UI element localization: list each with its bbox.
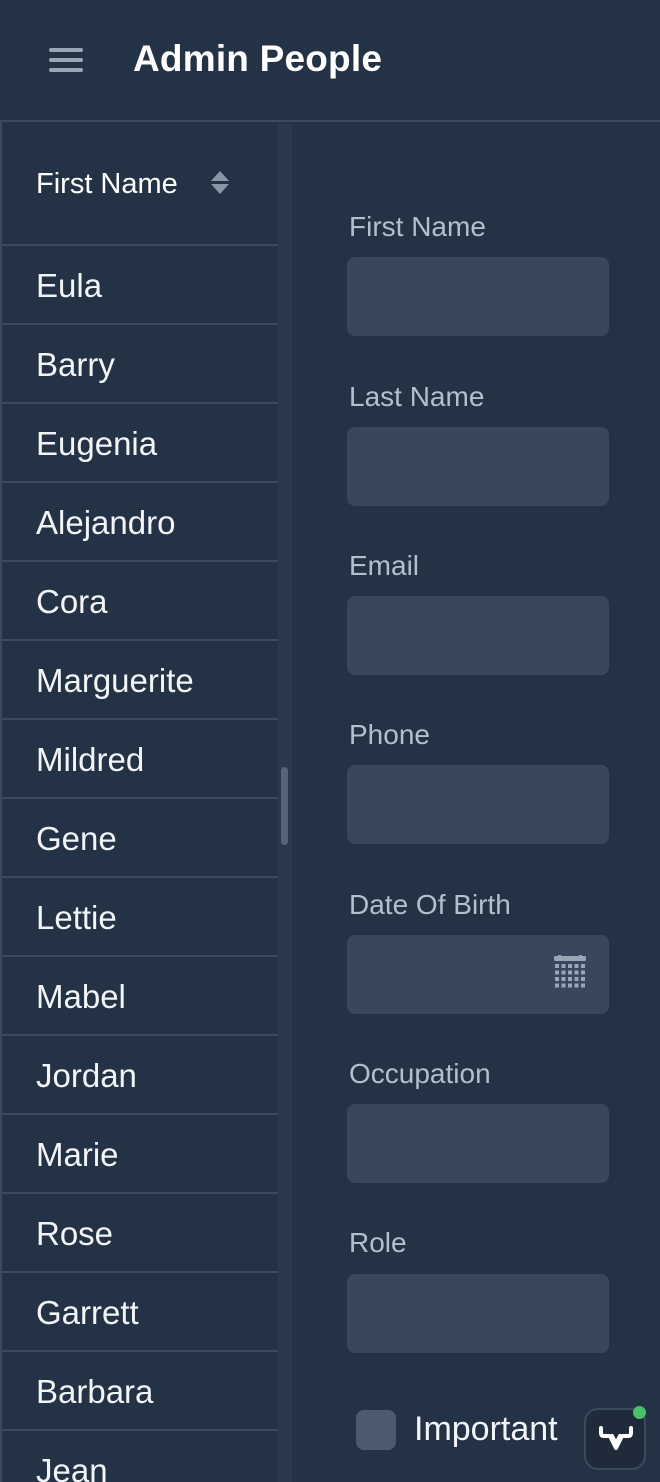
table-row[interactable]: Eugenia — [2, 404, 278, 483]
grid-body: Eula Barry Eugenia Alejandro Cora Marguerite M… — [2, 246, 278, 1482]
person-editor-form: First Name Last Name Email Phone Date Of… — [292, 123, 660, 1482]
date-of-birth-label: Date Of Birth — [349, 889, 511, 920]
status-dot — [633, 1406, 646, 1419]
table-row[interactable]: Mabel — [2, 957, 278, 1036]
first-name-cell: Jean — [36, 1452, 108, 1482]
first-name-cell: Eugenia — [36, 425, 158, 462]
first-name-cell: Eula — [36, 267, 103, 304]
first-name-cell: Garrett — [36, 1294, 139, 1331]
last-name-label: Last Name — [349, 381, 485, 412]
drawer-toggle-button[interactable] — [40, 37, 92, 83]
role-field[interactable] — [347, 1274, 609, 1353]
people-grid[interactable]: First Name Eula Barry Eugenia Alejandro Cora… — [2, 123, 278, 1482]
first-name-cell: Barbara — [36, 1373, 154, 1410]
role-label: Role — [349, 1227, 407, 1258]
table-row[interactable]: Jean — [2, 1431, 278, 1482]
first-name-cell: Gene — [36, 820, 117, 857]
table-row[interactable]: Barbara — [2, 1352, 278, 1431]
sort-icon[interactable] — [208, 169, 232, 199]
first-name-label: First Name — [349, 211, 486, 242]
table-row[interactable]: Alejandro — [2, 483, 278, 562]
first-name-cell: Mildred — [36, 741, 145, 778]
table-row[interactable]: Cora — [2, 562, 278, 641]
email-field[interactable] — [347, 596, 609, 675]
first-name-cell: Marie — [36, 1136, 119, 1173]
table-row[interactable]: Marie — [2, 1115, 278, 1194]
table-row[interactable]: Lettie — [2, 878, 278, 957]
grid-header-first-name: First Name — [2, 123, 278, 246]
table-row[interactable]: Gene — [2, 799, 278, 878]
menu-icon — [49, 48, 83, 72]
first-name-field[interactable] — [347, 257, 609, 336]
page-title: Admin People — [133, 38, 383, 79]
first-name-cell: Alejandro — [36, 504, 176, 541]
occupation-label: Occupation — [349, 1058, 491, 1089]
vaadin-logo-icon — [599, 1426, 633, 1450]
occupation-field[interactable] — [347, 1104, 609, 1183]
first-name-cell: Mabel — [36, 978, 126, 1015]
column-header-label: First Name — [36, 168, 178, 200]
first-name-cell: Lettie — [36, 899, 117, 936]
first-name-cell: Marguerite — [36, 662, 194, 699]
table-row[interactable]: Barry — [2, 325, 278, 404]
first-name-cell: Rose — [36, 1215, 114, 1252]
first-name-cell: Barry — [36, 346, 115, 383]
dev-tools-button[interactable] — [584, 1406, 646, 1470]
email-label: Email — [349, 550, 420, 581]
table-row[interactable]: Garrett — [2, 1273, 278, 1352]
phone-label: Phone — [349, 719, 430, 750]
table-row[interactable]: Marguerite — [2, 641, 278, 720]
split-layout-splitter[interactable] — [278, 123, 292, 1482]
table-row[interactable]: Jordan — [2, 1036, 278, 1115]
important-checkbox[interactable] — [356, 1410, 396, 1450]
table-row[interactable]: Rose — [2, 1194, 278, 1273]
first-name-cell: Cora — [36, 583, 108, 620]
table-row[interactable]: Eula — [2, 246, 278, 325]
table-row[interactable]: Mildred — [2, 720, 278, 799]
phone-field[interactable] — [347, 765, 609, 844]
splitter-handle[interactable] — [281, 767, 288, 845]
important-checkbox-label[interactable]: Important — [414, 1410, 558, 1449]
app-header: Admin People — [0, 0, 660, 122]
first-name-cell: Jordan — [36, 1057, 137, 1094]
calendar-icon[interactable] — [553, 955, 587, 989]
last-name-field[interactable] — [347, 427, 609, 506]
